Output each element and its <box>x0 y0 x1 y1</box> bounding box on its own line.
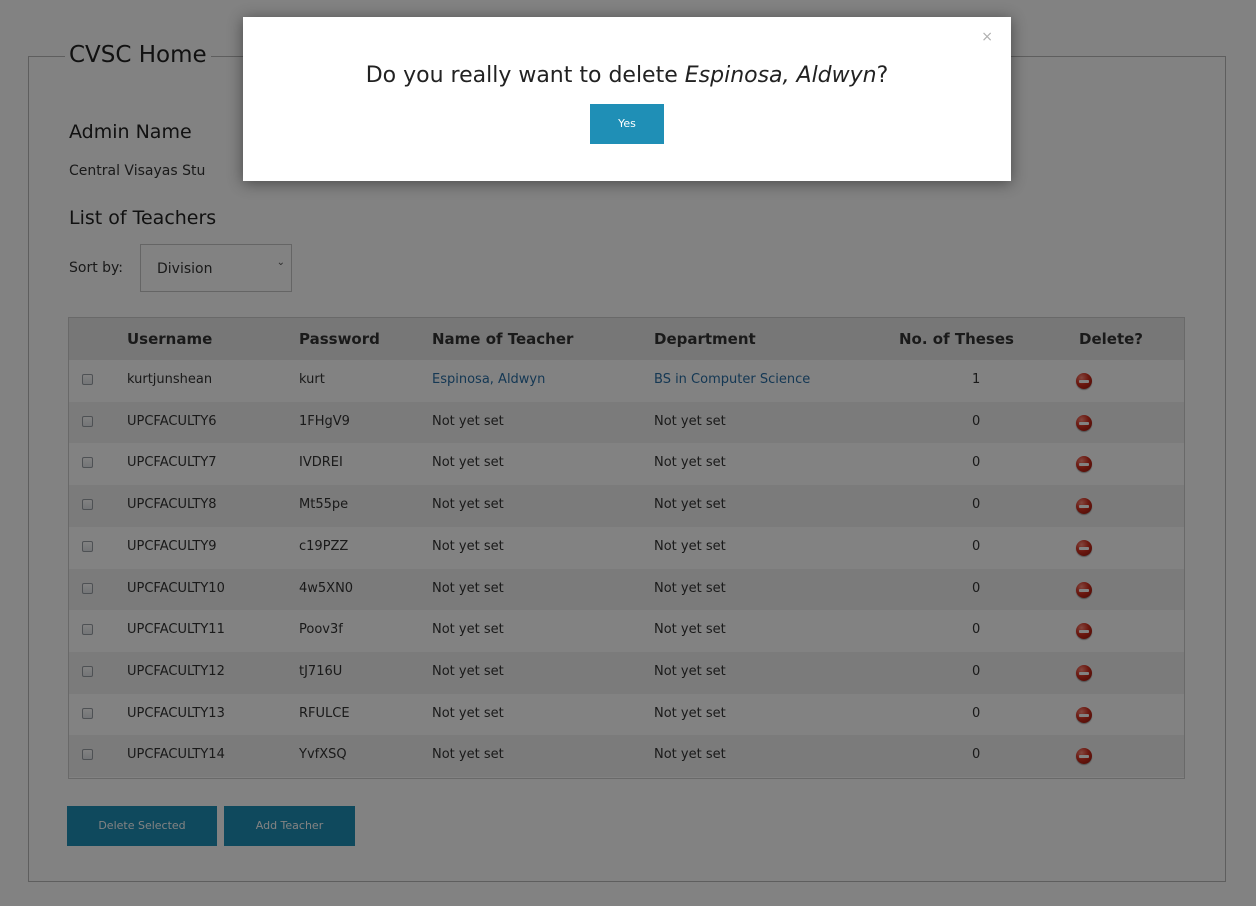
yes-button[interactable]: Yes <box>590 104 664 144</box>
delete-confirm-message: Do you really want to delete Espinosa, A… <box>243 63 1011 88</box>
close-icon[interactable]: × <box>981 29 993 45</box>
message-teacher-name: Espinosa, Aldwyn <box>684 63 877 88</box>
message-suffix: ? <box>876 63 889 88</box>
message-prefix: Do you really want to delete <box>365 63 685 88</box>
page: CVSC Home Admin Name Central Visayas Stu… <box>0 0 1256 906</box>
delete-confirm-dialog: × Do you really want to delete Espinosa,… <box>243 17 1011 181</box>
